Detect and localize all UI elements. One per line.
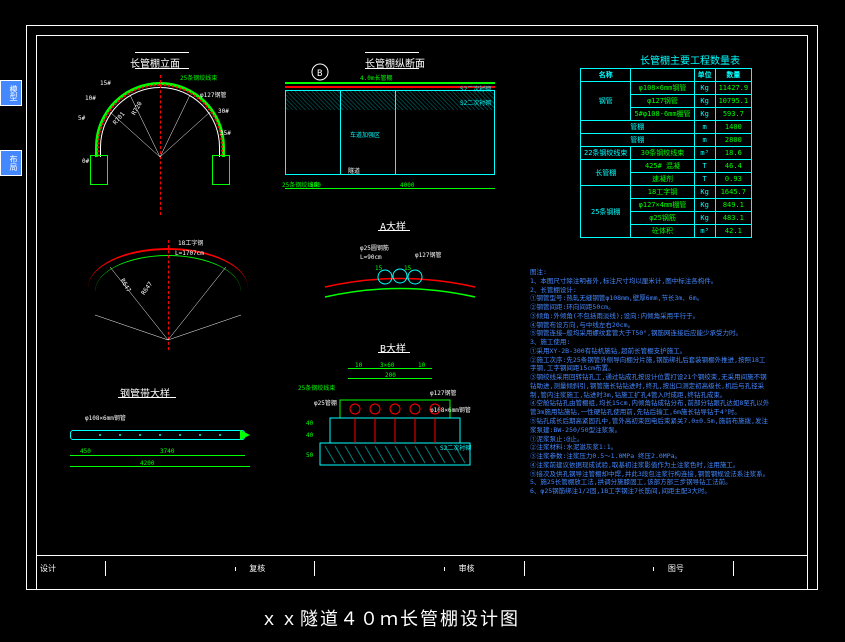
tab-layout[interactable]: 布局 [0, 150, 22, 176]
detB-svg [320, 388, 500, 478]
circle-b: B [310, 62, 338, 84]
len40: 4.0m长管棚 [360, 75, 392, 82]
pipe-spec: φ108×6mm钢管 [85, 415, 126, 422]
underline [118, 397, 176, 398]
underline [135, 68, 189, 69]
n15: 15# [100, 80, 111, 87]
pipe-tip [240, 430, 250, 440]
underline [365, 68, 419, 69]
pipe-note: 25条钢绞线束 [180, 75, 217, 82]
dimline3 [70, 466, 250, 467]
d127: φ127钢管 [200, 92, 226, 99]
tb-dwg: 图号 [664, 561, 734, 576]
bdimtop2 [348, 378, 432, 379]
d30: 30# [218, 108, 229, 115]
tab-model[interactable]: 模型 [0, 80, 22, 106]
s2a: S2二次衬砌 [460, 86, 491, 93]
a15r: 15 [404, 265, 411, 272]
tb-review: 审核 [455, 561, 525, 576]
tunnel-lbl: 隧道 [348, 168, 360, 175]
titleblock: 设计 复核 审核 图号 [36, 555, 808, 590]
n10: 10# [85, 95, 96, 102]
pipe-holes [70, 430, 245, 440]
n35: 35# [220, 130, 231, 137]
dimline2 [70, 455, 245, 456]
detA-svg [320, 262, 480, 307]
bv1: 40 [306, 420, 313, 427]
tb-check: 复核 [245, 561, 315, 576]
underline [135, 52, 189, 53]
underline [365, 52, 419, 53]
notes-block: 图注: 1、本图尺寸除注明者外,标注尺寸均以厘米计,图中标注各构件。 2、长管棚… [530, 268, 770, 496]
main-title: ｘｘ隧道４０ｍ长管棚设计图 [260, 605, 520, 631]
n5: 5# [78, 115, 85, 122]
body: 车道加强区 [350, 132, 380, 139]
underline [378, 230, 410, 231]
bv2: 40 [306, 432, 313, 439]
qty-title: 长管棚主要工程数量表 [640, 52, 740, 67]
bv3: 50 [306, 452, 313, 459]
n0: 0# [82, 158, 89, 165]
detA-t1: φ25圆钢筋 [360, 245, 389, 252]
s2b: S2二次衬砌 [460, 100, 491, 107]
dimline [285, 188, 495, 189]
qty-table: 名称单位数量 钢管φ108×6mm钢管Kg11427.9 φ127钢管Kg107… [580, 68, 752, 238]
a15l: 15 [375, 265, 382, 272]
arc-t1: 18工字钢 [178, 240, 203, 247]
arc-rays [95, 255, 241, 345]
bdimtop [348, 368, 432, 369]
svg-text:B: B [317, 69, 322, 79]
underline [378, 352, 410, 353]
detA-t2: L=90cm [360, 254, 382, 261]
vdiv1 [340, 90, 341, 175]
detA-d: φ127钢管 [415, 252, 441, 259]
tb-design: 设计 [36, 561, 106, 576]
vdiv2 [395, 90, 396, 175]
